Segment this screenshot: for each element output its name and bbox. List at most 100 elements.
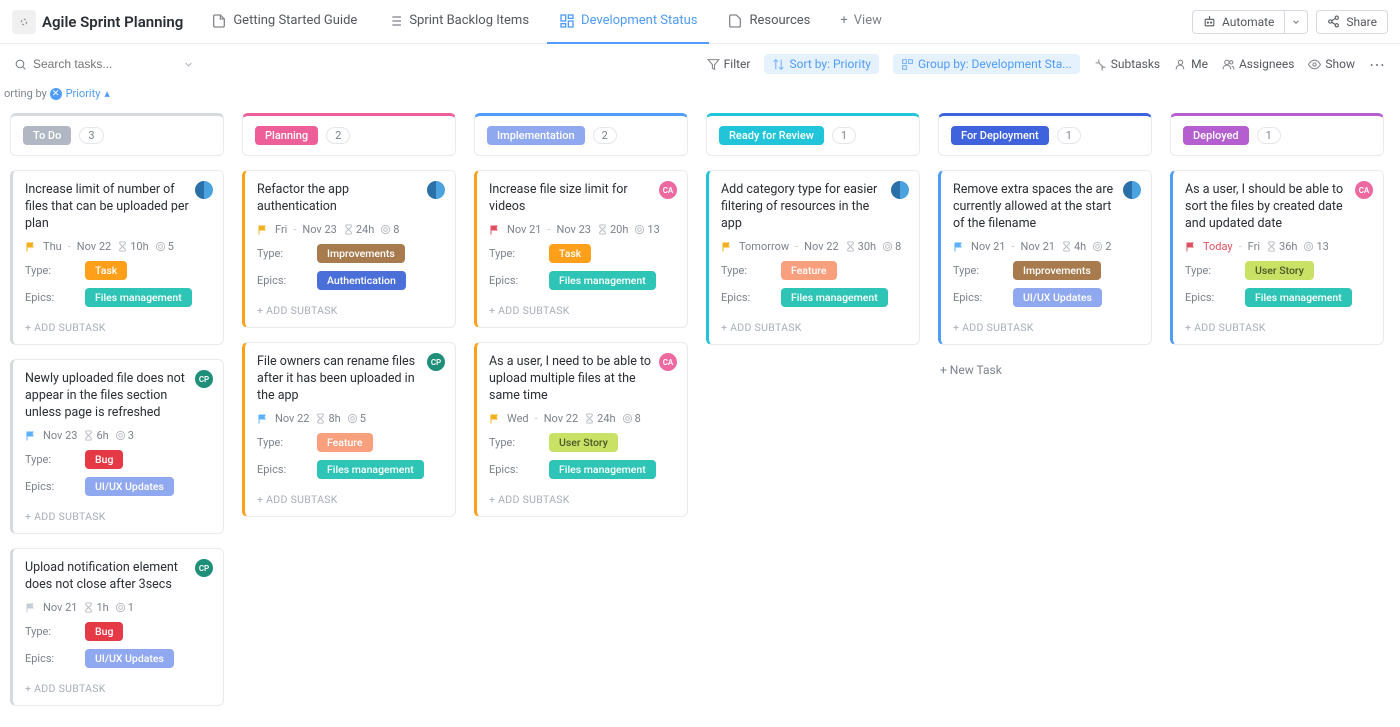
- show-button[interactable]: Show: [1308, 57, 1355, 71]
- add-subtask-button[interactable]: + ADD SUBTASK: [257, 487, 443, 510]
- assignee-avatar[interactable]: [195, 181, 213, 199]
- epic-tag[interactable]: Files management: [549, 271, 656, 290]
- epic-tag[interactable]: Files management: [781, 288, 888, 307]
- task-card[interactable]: CA Increase file size limit for videos N…: [474, 170, 688, 328]
- card-date: Nov 22: [804, 240, 838, 253]
- field-label: Type:: [953, 264, 1013, 277]
- field-label: Epics:: [489, 463, 549, 476]
- task-card[interactable]: CA As a user, I should be able to sort t…: [1170, 170, 1384, 345]
- flag-icon: [25, 241, 37, 253]
- assignee-avatar[interactable]: CP: [195, 559, 213, 577]
- type-tag[interactable]: Feature: [781, 261, 837, 280]
- type-tag[interactable]: User Story: [1245, 261, 1314, 280]
- tab-development-status[interactable]: Development Status: [547, 0, 709, 44]
- add-subtask-button[interactable]: + ADD SUBTASK: [721, 315, 907, 338]
- task-card[interactable]: CP Upload notification element does not …: [10, 548, 224, 706]
- add-subtask-button[interactable]: + ADD SUBTASK: [257, 298, 443, 321]
- field-label: Epics:: [953, 291, 1013, 304]
- chevron-down-icon[interactable]: [183, 59, 194, 70]
- epic-tag[interactable]: UI/UX Updates: [85, 649, 174, 668]
- field-label: Epics:: [257, 274, 317, 287]
- flag-icon: [257, 224, 269, 236]
- add-subtask-button[interactable]: + ADD SUBTASK: [489, 487, 675, 510]
- add-view-button[interactable]: + View: [828, 0, 894, 44]
- card-date: Nov 23: [302, 223, 336, 236]
- task-card[interactable]: Refactor the app authentication Fri - No…: [242, 170, 456, 328]
- assignee-avatar[interactable]: [427, 181, 445, 199]
- more-menu[interactable]: ⋯: [1369, 55, 1386, 74]
- type-tag[interactable]: Feature: [317, 433, 373, 452]
- add-subtask-button[interactable]: + ADD SUBTASK: [25, 676, 211, 699]
- task-card[interactable]: CA As a user, I need to be able to uploa…: [474, 342, 688, 517]
- epic-tag[interactable]: Files management: [549, 460, 656, 479]
- type-tag[interactable]: Task: [549, 244, 591, 263]
- remove-sort-icon[interactable]: ✕: [50, 88, 62, 100]
- status-pill: For Deployment: [951, 126, 1049, 145]
- task-card[interactable]: Add category type for easier filtering o…: [706, 170, 920, 345]
- assignee-avatar[interactable]: CA: [1355, 181, 1373, 199]
- task-card[interactable]: CP Newly uploaded file does not appear i…: [10, 359, 224, 534]
- group-button[interactable]: Group by: Development Sta...: [893, 54, 1080, 74]
- subtasks-button[interactable]: Subtasks: [1094, 57, 1160, 71]
- add-subtask-button[interactable]: + ADD SUBTASK: [953, 315, 1139, 338]
- card-hours: 4h: [1074, 240, 1086, 253]
- column-count: 2: [593, 127, 617, 144]
- button-label: Automate: [1222, 15, 1274, 29]
- epics-row: Epics: UI/UX Updates: [25, 649, 211, 668]
- me-button[interactable]: Me: [1174, 57, 1208, 71]
- type-tag[interactable]: User Story: [549, 433, 618, 452]
- type-tag[interactable]: Improvements: [1013, 261, 1101, 280]
- type-tag[interactable]: Improvements: [317, 244, 405, 263]
- type-tag[interactable]: Task: [85, 261, 127, 280]
- column-header[interactable]: Ready for Review 1: [706, 113, 920, 156]
- column-header[interactable]: Implementation 2: [474, 113, 688, 156]
- type-tag[interactable]: Bug: [85, 622, 123, 641]
- assignee-avatar[interactable]: [891, 181, 909, 199]
- status-pill: Planning: [255, 126, 318, 145]
- epic-tag[interactable]: UI/UX Updates: [1013, 288, 1102, 307]
- assignee-avatar[interactable]: CA: [659, 353, 677, 371]
- add-subtask-button[interactable]: + ADD SUBTASK: [1185, 315, 1371, 338]
- assignee-avatar[interactable]: CP: [427, 353, 445, 371]
- automate-button[interactable]: Automate: [1192, 10, 1284, 34]
- assignees-button[interactable]: Assignees: [1222, 57, 1294, 71]
- card-points: 8: [895, 240, 901, 253]
- assignee-avatar[interactable]: CP: [195, 370, 213, 388]
- sort-chip[interactable]: ✕ Priority ▴: [50, 87, 110, 100]
- status-pill: To Do: [23, 126, 71, 145]
- automate-dropdown[interactable]: [1284, 10, 1308, 34]
- card-date: Today: [1203, 240, 1233, 253]
- assignee-avatar[interactable]: CA: [659, 181, 677, 199]
- share-button[interactable]: Share: [1316, 10, 1388, 34]
- card-meta: Fri - Nov 23 24h 8: [257, 223, 443, 236]
- card-hours: 20h: [610, 223, 628, 236]
- search-input[interactable]: [33, 57, 153, 71]
- task-card[interactable]: Increase limit of number of files that c…: [10, 170, 224, 345]
- sort-button[interactable]: Sort by: Priority: [764, 54, 878, 74]
- column-header[interactable]: To Do 3: [10, 113, 224, 156]
- epic-tag[interactable]: Authentication: [317, 271, 406, 290]
- filter-button[interactable]: Filter: [707, 57, 751, 71]
- assignee-avatar[interactable]: [1123, 181, 1141, 199]
- points-icon: [115, 602, 126, 613]
- add-subtask-button[interactable]: + ADD SUBTASK: [489, 298, 675, 321]
- epic-tag[interactable]: Files management: [85, 288, 192, 307]
- type-row: Type: Bug: [25, 622, 211, 641]
- tab-resources[interactable]: Resources: [715, 0, 822, 44]
- task-card[interactable]: CP File owners can rename files after it…: [242, 342, 456, 517]
- add-subtask-button[interactable]: + ADD SUBTASK: [25, 504, 211, 527]
- column-header[interactable]: Planning 2: [242, 113, 456, 156]
- tab-label: Getting Started Guide: [233, 13, 357, 28]
- tab-getting-started[interactable]: Getting Started Guide: [199, 0, 369, 44]
- tab-sprint-backlog[interactable]: Sprint Backlog Items: [375, 0, 541, 44]
- new-task-button[interactable]: + New Task: [938, 359, 1152, 381]
- column-header[interactable]: Deployed 1: [1170, 113, 1384, 156]
- column-header[interactable]: For Deployment 1: [938, 113, 1152, 156]
- epic-tag[interactable]: Files management: [317, 460, 424, 479]
- sort-icon: [772, 58, 785, 71]
- epic-tag[interactable]: UI/UX Updates: [85, 477, 174, 496]
- epic-tag[interactable]: Files management: [1245, 288, 1352, 307]
- add-subtask-button[interactable]: + ADD SUBTASK: [25, 315, 211, 338]
- task-card[interactable]: Remove extra spaces the are currently al…: [938, 170, 1152, 345]
- type-tag[interactable]: Bug: [85, 450, 123, 469]
